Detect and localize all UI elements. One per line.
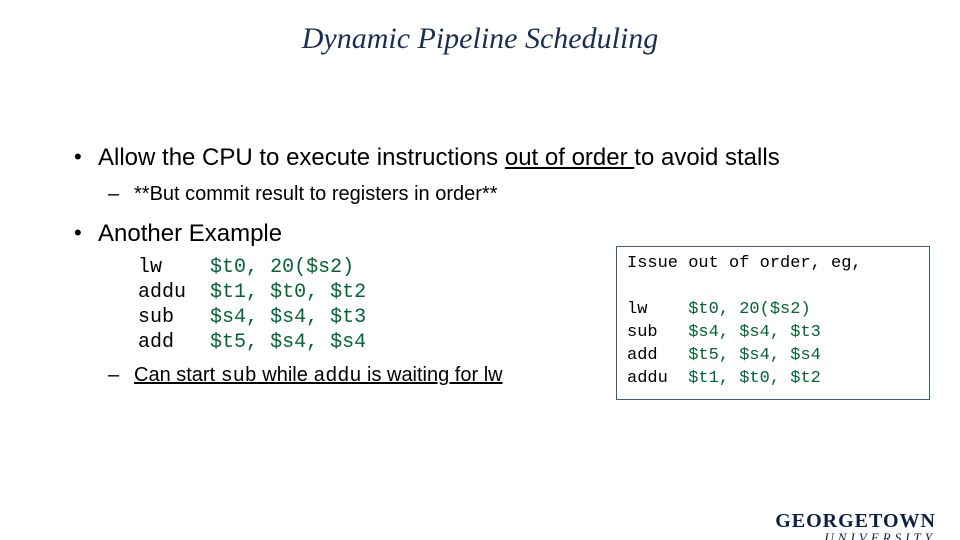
bullet-1-text-underline: out of order: [505, 144, 634, 171]
bullet-1-text-pre: Allow the CPU to execute instructions: [98, 144, 505, 171]
code-line-4: add $t5, $s4, $s4: [138, 331, 366, 354]
bullet-1-sub: **But commit result to registers in orde…: [98, 180, 930, 208]
code-line-3: sub $s4, $s4, $t3: [138, 306, 366, 329]
side-code-line-2: sub $s4, $s4, $t3: [627, 323, 821, 342]
logo-line-2: UNIVERSITY: [775, 531, 936, 540]
side-code-line-1: lw $t0, 20($s2): [627, 300, 811, 319]
bullet-1: Allow the CPU to execute instructions ou…: [70, 142, 930, 208]
bullet-1-text-post: to avoid stalls: [634, 144, 779, 171]
code-line-2: addu $t1, $t0, $t2: [138, 281, 366, 304]
side-box-heading: Issue out of order, eg,: [627, 254, 862, 273]
side-code-line-3: add $t5, $s4, $s4: [627, 346, 821, 365]
side-box: Issue out of order, eg, lw $t0, 20($s2) …: [616, 246, 930, 400]
code-line-1: lw $t0, 20($s2): [138, 256, 354, 279]
georgetown-logo: GEORGETOWN UNIVERSITY: [775, 511, 936, 540]
slide-title: Dynamic Pipeline Scheduling: [0, 22, 960, 56]
side-code-line-4: addu $t1, $t0, $t2: [627, 369, 821, 388]
logo-line-1: GEORGETOWN: [775, 511, 936, 531]
bullet-2-text: Another Example: [98, 220, 282, 247]
